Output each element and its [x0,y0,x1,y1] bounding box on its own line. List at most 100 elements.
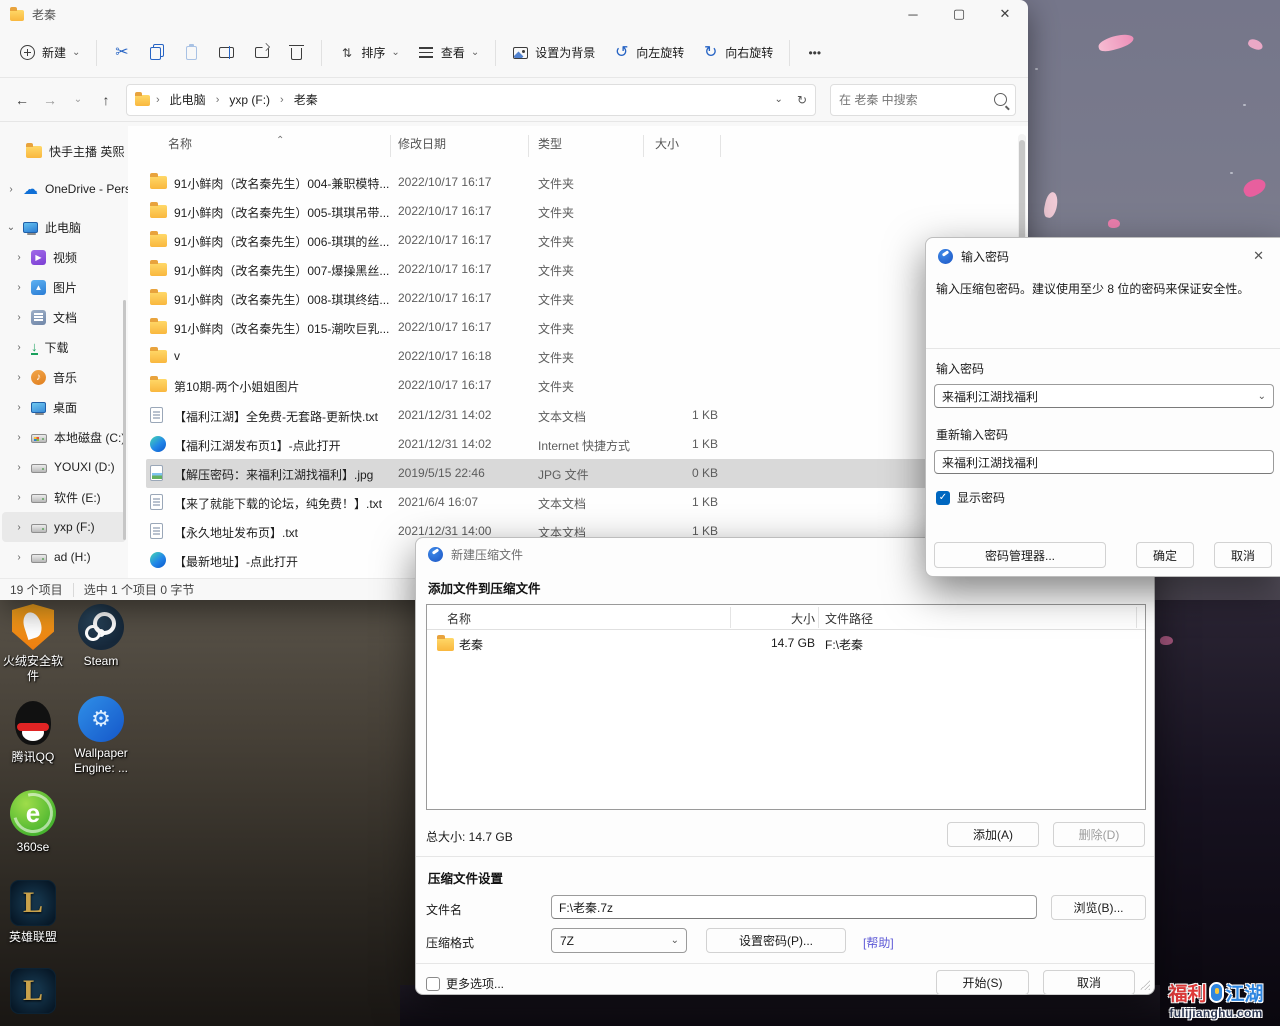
checkbox-checked-icon: ✓ [936,491,950,505]
desktop-icon-wallpaper-engine[interactable]: ⚙ Wallpaper Engine: ... [68,696,134,776]
cancel-button[interactable]: 取消 [1043,970,1135,995]
maximize-button[interactable]: ▢ [936,0,982,28]
sidebar-item-this-pc[interactable]: ⌄ 此电脑 [2,212,126,242]
reenter-combobox[interactable] [934,450,1274,474]
sidebar-item-documents[interactable]: › 文档 [2,302,126,332]
forward-button[interactable]: → [36,86,64,114]
more-options-button[interactable]: ••• [797,35,832,71]
breadcrumb-folder[interactable]: 老秦 [290,89,322,110]
total-size-label: 总大小: 14.7 GB [426,828,513,845]
new-button[interactable]: 新建 ⌄ [10,35,89,71]
sidebar-item-drive-c[interactable]: › 本地磁盘 (C:) [2,422,126,452]
sidebar-item-downloads[interactable]: › ↓ 下载 [2,332,126,362]
pictures-icon: ▲ [31,280,46,295]
360se-browser-icon: e [10,790,56,836]
add-button[interactable]: 添加(A) [947,822,1039,847]
set-background-button[interactable]: 设置为背景 [503,35,604,71]
rename-button[interactable] [209,35,244,71]
column-type[interactable]: 类型 [538,135,562,152]
column-date[interactable]: 修改日期 [398,135,446,152]
close-button[interactable]: ✕ [982,0,1028,28]
file-row[interactable]: v2022/10/17 16:18文件夹 [128,342,1014,371]
ok-button[interactable]: 确定 [1136,542,1194,568]
desktop-icon-lol[interactable]: L 英雄联盟 [0,880,66,945]
sidebar-item-drive-e[interactable]: › 软件 (E:) [2,482,126,512]
file-row[interactable]: 91小鲜肉（改名秦先生）007-爆操黑丝...2022/10/17 16:17文… [128,255,1014,284]
cut-button[interactable]: ✂ [104,35,139,71]
file-row[interactable]: 91小鲜肉（改名秦先生）005-琪琪吊带...2022/10/17 16:17文… [128,197,1014,226]
sidebar-item-pictures[interactable]: › ▲ 图片 [2,272,126,302]
format-label: 压缩格式 [426,934,474,951]
sidebar-item-pinned-folder[interactable]: 快手主播 英熙 [2,136,126,166]
delete-button[interactable]: 删除(D) [1053,822,1145,847]
rotate-right-button[interactable]: ↻ 向右旋转 [693,35,782,71]
search-input[interactable] [839,93,979,107]
file-row[interactable]: 【福利江湖发布页1】-点此打开2021/12/31 14:02Internet … [128,430,1014,459]
desktop-icon-360se[interactable]: e 360se [0,790,66,855]
reenter-password-input[interactable] [934,450,1274,474]
breadcrumb[interactable]: › 此电脑 › yxp (F:) › 老秦 ⌄ ↻ [126,84,816,116]
format-select[interactable]: 7Z ⌄ [551,928,687,953]
desktop-icon-huorong[interactable]: 火绒安全软件 [0,604,66,684]
password-input[interactable] [934,384,1274,408]
folder-icon [150,321,167,334]
resize-grip[interactable] [1140,980,1150,990]
file-row[interactable]: 91小鲜肉（改名秦先生）006-琪琪的丝...2022/10/17 16:17文… [128,226,1014,255]
show-password-checkbox[interactable]: ✓ 显示密码 [936,489,1005,506]
rotate-left-button[interactable]: ↺ 向左旋转 [604,35,693,71]
up-button[interactable]: ↑ [92,86,120,114]
view-button[interactable]: 查看 ⌄ [409,35,488,71]
cancel-button[interactable]: 取消 [1214,542,1272,568]
more-options-checkbox[interactable]: 更多选项... [426,975,504,992]
help-link[interactable]: [帮助] [863,934,894,951]
search-box[interactable] [830,84,1016,116]
trash-icon [288,44,305,61]
sidebar-item-onedrive[interactable]: › ☁ OneDrive - Pers [2,174,126,204]
rotate-left-icon: ↺ [613,44,630,61]
breadcrumb-drive[interactable]: yxp (F:) [225,91,274,109]
back-button[interactable]: ← [8,86,36,114]
file-row-selected[interactable]: 【解压密码：来福利江湖找福利】.jpg2019/5/15 22:46JPG 文件… [146,459,1014,488]
sidebar-item-desktop[interactable]: › 桌面 [2,392,126,422]
column-size[interactable]: 大小 [655,135,679,152]
filename-input[interactable] [551,895,1037,919]
table-row[interactable]: 老秦 14.7 GB F:\老秦 [427,630,1145,656]
password-manager-button[interactable]: 密码管理器... [934,542,1106,568]
breadcrumb-this-pc[interactable]: 此电脑 [166,89,210,110]
sidebar-scrollbar[interactable] [123,300,126,540]
address-dropdown-icon[interactable]: ⌄ [775,94,783,105]
file-row[interactable]: 【来了就能下载的论坛，纯免费！】.txt2021/6/4 16:07文本文档1 … [128,488,1014,517]
history-chevron-button[interactable]: ⌄ [64,86,92,114]
paste-button[interactable] [174,35,209,71]
column-name[interactable]: 名称 [447,610,471,627]
file-row[interactable]: 91小鲜肉（改名秦先生）008-琪琪终结...2022/10/17 16:17文… [128,284,1014,313]
sidebar-item-drive-h[interactable]: › ad (H:) [2,542,126,572]
delete-button[interactable] [279,35,314,71]
sidebar-item-drive-d[interactable]: › YOUXI (D:) [2,452,126,482]
sidebar-item-videos[interactable]: › ▶ 视频 [2,242,126,272]
browse-button[interactable]: 浏览(B)... [1051,895,1146,920]
sidebar-item-music[interactable]: › ♪ 音乐 [2,362,126,392]
drive-icon [31,464,47,473]
file-row[interactable]: 【福利江湖】全免费-无套路-更新快.txt2021/12/31 14:02文本文… [128,401,1014,430]
sidebar-item-drive-f[interactable]: › yxp (F:) [2,512,126,542]
sort-button[interactable]: ⇅ 排序 ⌄ [329,35,408,71]
column-size[interactable]: 大小 [657,610,815,627]
start-button[interactable]: 开始(S) [936,970,1029,995]
file-row[interactable]: 第10期-两个小姐姐图片2022/10/17 16:17文件夹 [128,371,1014,400]
set-password-button[interactable]: 设置密码(P)... [706,928,846,953]
column-path[interactable]: 文件路径 [825,610,873,627]
share-button[interactable] [244,35,279,71]
password-combobox[interactable]: ⌄ [934,384,1274,408]
file-row[interactable]: 91小鲜肉（改名秦先生）004-兼职模特...2022/10/17 16:17文… [128,168,1014,197]
refresh-icon[interactable]: ↻ [797,93,807,107]
desktop-icon-steam[interactable]: Steam [68,604,134,669]
copy-button[interactable] [139,35,174,71]
file-row[interactable]: 91小鲜肉（改名秦先生）015-潮吹巨乳...2022/10/17 16:17文… [128,313,1014,342]
desktop-icon-qq[interactable]: 腾讯QQ [0,700,66,765]
desktop-icon-lol-2[interactable]: L [0,968,66,1014]
close-icon[interactable]: ✕ [1245,246,1272,266]
minimize-button[interactable]: ─ [890,0,936,28]
paste-icon [183,44,200,61]
column-name[interactable]: 名称 [168,135,192,152]
